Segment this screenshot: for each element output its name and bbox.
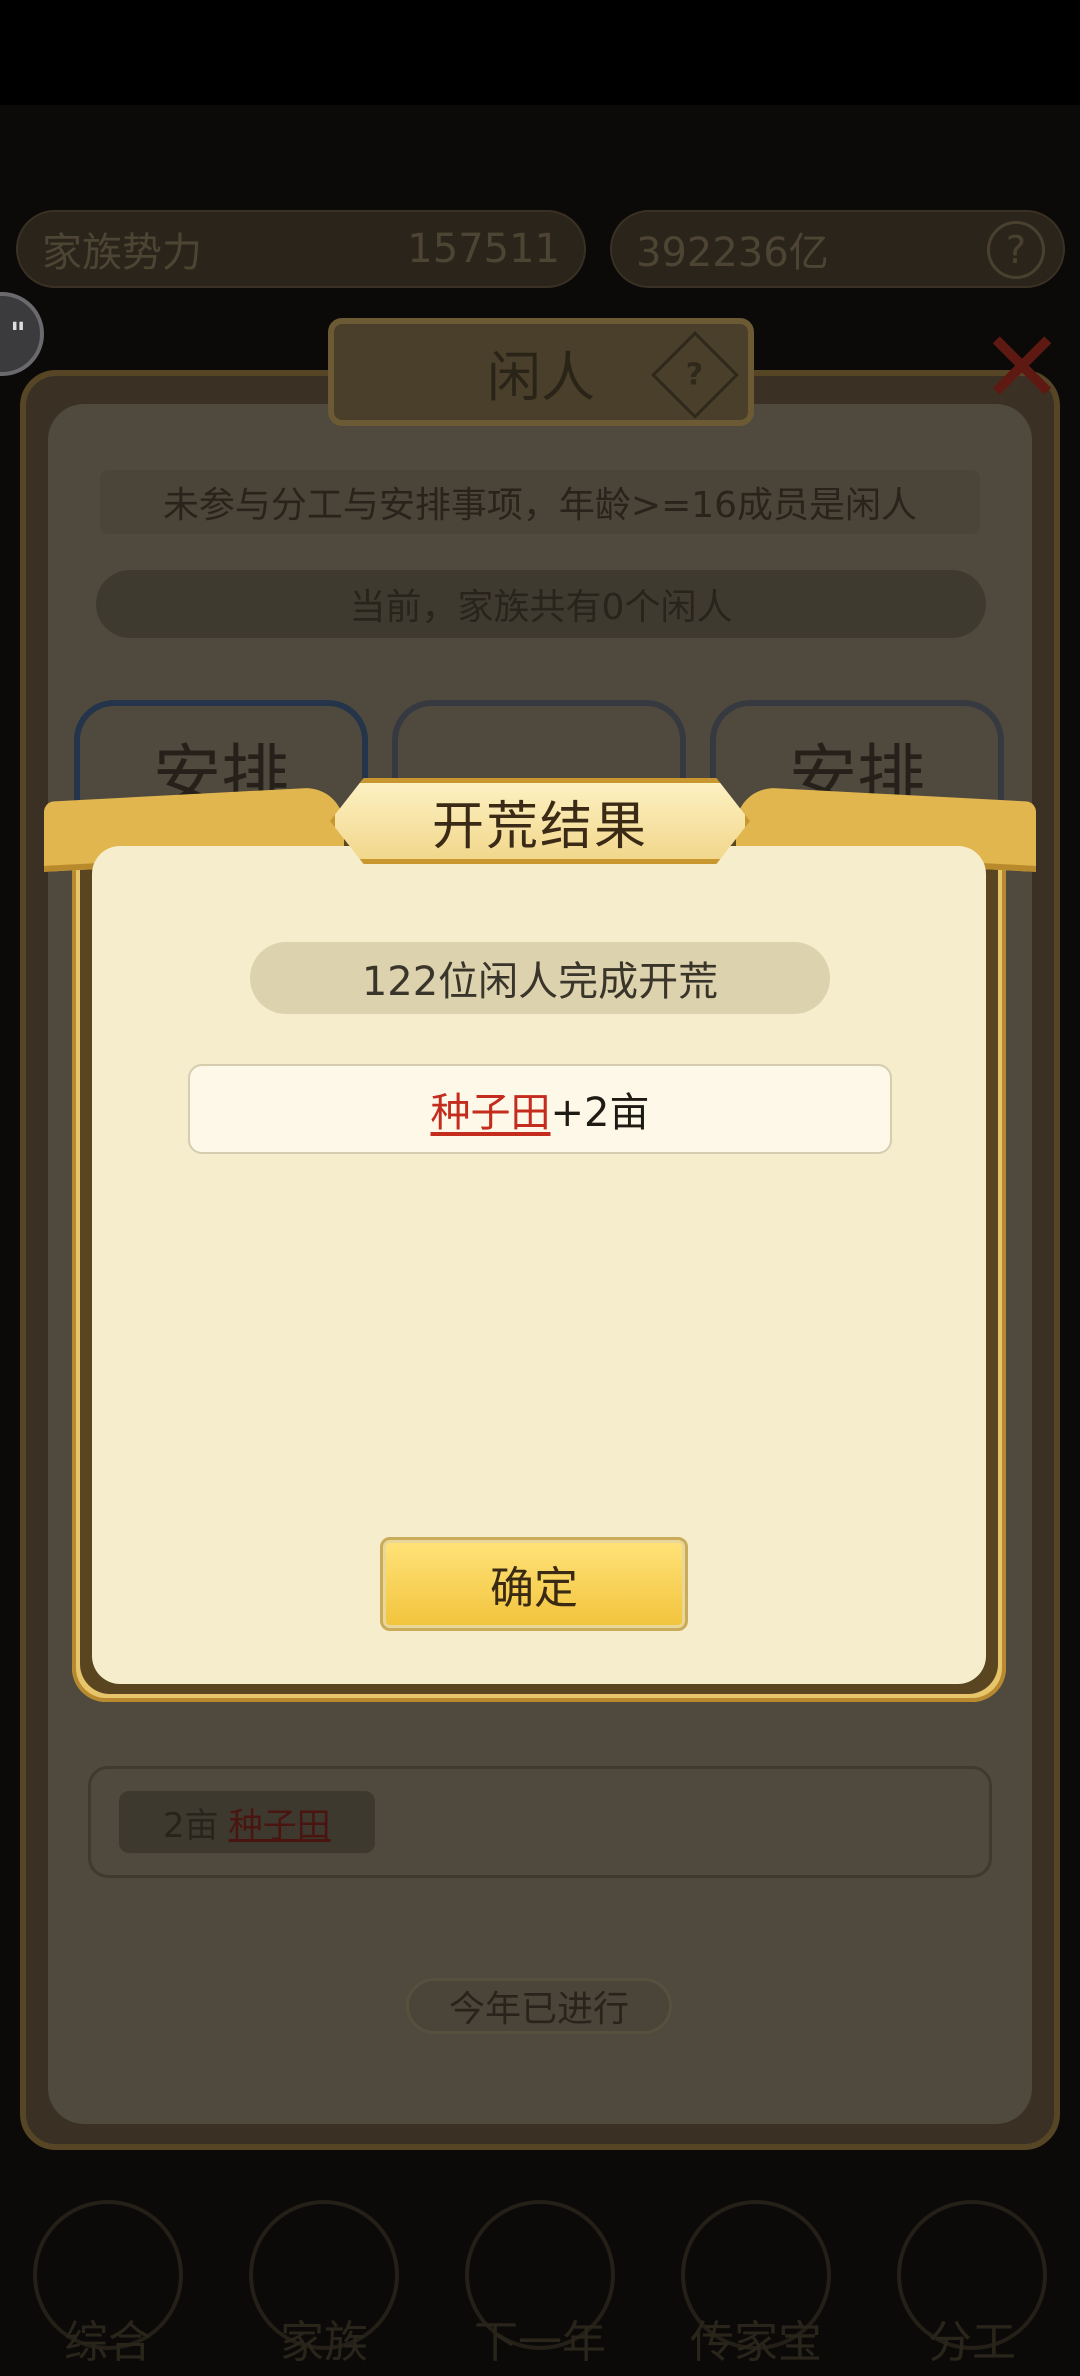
chat-bubble-icon[interactable]: " [0,292,44,376]
nav-item-overview[interactable]: 综合 [13,2186,203,2376]
currency-stat: 392236亿 ? [610,210,1065,288]
question-mark-icon[interactable]: ? [987,221,1045,279]
modal-title: 开荒结果 [431,796,648,857]
nav-item-next-year[interactable]: 下一年 [445,2186,635,2376]
family-power-stat: 家族势力 157511 [16,210,586,288]
nav-label: 下一年 [474,2317,606,2368]
panel-title: 闲人 [487,345,595,409]
result-badge: 122位闲人完成开荒 [250,942,830,1014]
status-bar [0,0,1080,105]
panel-title-plate: 闲人 ? [328,318,754,426]
panel-description: 未参与分工与安排事项，年龄>=16成员是闲人 [100,470,980,534]
nav-item-heirloom[interactable]: 传家宝 [661,2186,851,2376]
reward-box: 种子田 +2亩 [188,1064,892,1154]
panel-help-icon[interactable]: ? [651,331,739,419]
bottom-nav: 综合 家族 下一年 传家宝 分工 [0,2170,1080,2376]
modal-title-plate: 开荒结果 [330,778,750,864]
nav-label: 家族 [280,2317,368,2368]
family-power-value: 157511 [407,226,560,272]
harvest-tag: 2亩 种子田 [119,1791,375,1853]
close-icon[interactable]: ✕ [972,318,1072,418]
reward-field-link[interactable]: 种子田 [431,1080,551,1138]
nav-label: 传家宝 [690,2317,822,2368]
harvest-field-link[interactable]: 种子田 [229,1798,331,1847]
currency-value: 392236亿 [636,230,829,276]
nav-label: 分工 [928,2317,1016,2368]
family-power-label: 家族势力 [42,230,202,276]
harvest-amount: 2亩 [163,1805,219,1846]
confirm-button[interactable]: 确定 [380,1537,688,1631]
nav-item-assignment[interactable]: 分工 [877,2186,1067,2376]
reward-amount: +2亩 [550,1090,650,1136]
harvest-box: 2亩 种子田 [88,1766,992,1878]
nav-label: 综合 [64,2317,152,2368]
nav-item-family[interactable]: 家族 [229,2186,419,2376]
idle-count-text: 当前，家族共有0个闲人 [96,570,986,638]
year-status-button[interactable]: 今年已进行 [406,1978,672,2034]
